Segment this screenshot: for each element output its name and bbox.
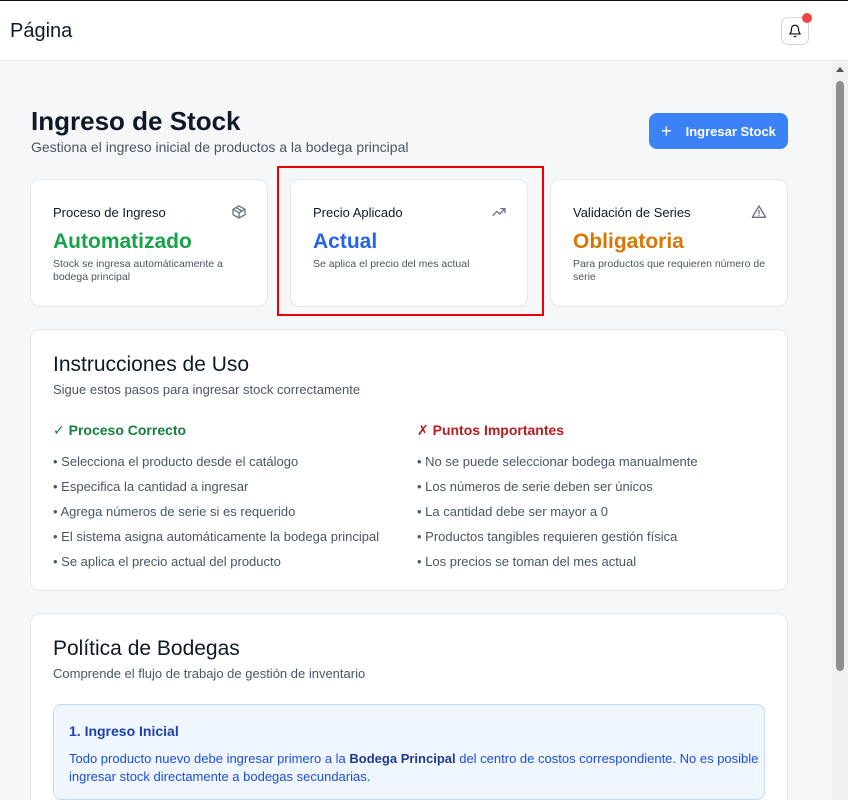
stat-value: Automatizado — [53, 230, 192, 253]
list-item: • Los números de serie deben ser únicos — [417, 479, 653, 494]
stat-value: Obligatoria — [573, 230, 684, 253]
list-item: • El sistema asigna automáticamente la b… — [53, 529, 380, 544]
stat-description: Para productos que requieren número de s… — [573, 258, 766, 283]
stat-label: Validación de Series — [573, 205, 691, 220]
instructions-subtitle: Sigue estos pasos para ingresar stock co… — [53, 382, 361, 397]
infobox-text-start: Todo producto nuevo debe ingresar primer… — [69, 751, 350, 766]
bell-icon — [789, 24, 801, 38]
infobox-text: Todo producto nuevo debe ingresar primer… — [69, 750, 759, 786]
list-item: • Agrega números de serie si es requerid… — [53, 504, 296, 519]
stat-description: Stock se ingresa automáticamente a bodeg… — [53, 258, 223, 283]
policy-subtitle: Comprende el flujo de trabajo de gestión… — [53, 666, 366, 681]
scrollbar[interactable] — [832, 61, 848, 800]
correct-process-heading: ✓ Proceso Correcto — [53, 422, 187, 438]
ingresar-stock-label: Ingresar Stock — [685, 123, 776, 139]
list-item: • Los precios se toman del mes actual — [417, 554, 637, 569]
stat-card-validacion: Validación de Series Obligatoria Para pr… — [550, 179, 788, 307]
list-item: • Se aplica el precio actual del product… — [53, 554, 281, 569]
notification-badge — [802, 13, 812, 23]
instructions-card: Instrucciones de Uso Sigue estos pasos p… — [30, 329, 788, 591]
highlight-box — [277, 166, 544, 316]
page-subtitle: Gestiona el ingreso inicial de productos… — [31, 139, 409, 155]
bodega-principal-emphasis: Bodega Principal — [349, 751, 456, 766]
policy-title: Política de Bodegas — [53, 637, 240, 660]
stat-label: Proceso de Ingreso — [53, 205, 166, 220]
stat-card-proceso: Proceso de Ingreso Automatizado Stock se… — [30, 179, 268, 307]
policy-card: Política de Bodegas Comprende el flujo d… — [30, 613, 788, 800]
scroll-up-icon[interactable] — [836, 67, 844, 72]
warning-icon — [751, 205, 767, 218]
list-item: • No se puede seleccionar bodega manualm… — [417, 454, 698, 469]
infobox-heading: 1. Ingreso Inicial — [69, 723, 179, 739]
notifications-button[interactable] — [781, 13, 812, 45]
package-icon — [232, 205, 246, 219]
ingreso-inicial-box: 1. Ingreso Inicial Todo producto nuevo d… — [53, 704, 765, 800]
ingresar-stock-button[interactable]: + Ingresar Stock — [649, 113, 788, 149]
important-points-heading: ✗ Puntos Importantes — [417, 422, 565, 438]
list-item: • Especifica la cantidad a ingresar — [53, 479, 249, 494]
list-item: • Productos tangibles requieren gestión … — [417, 529, 678, 544]
plus-icon: + — [661, 121, 672, 141]
instructions-title: Instrucciones de Uso — [53, 353, 250, 376]
scrollbar-thumb[interactable] — [836, 81, 844, 671]
page-title: Ingreso de Stock — [31, 106, 241, 136]
top-bar: Página — [0, 0, 848, 61]
list-item: • Selecciona el producto desde el catálo… — [53, 454, 299, 469]
list-item: • La cantidad debe ser mayor a 0 — [417, 504, 609, 519]
page-name: Página — [10, 20, 73, 42]
